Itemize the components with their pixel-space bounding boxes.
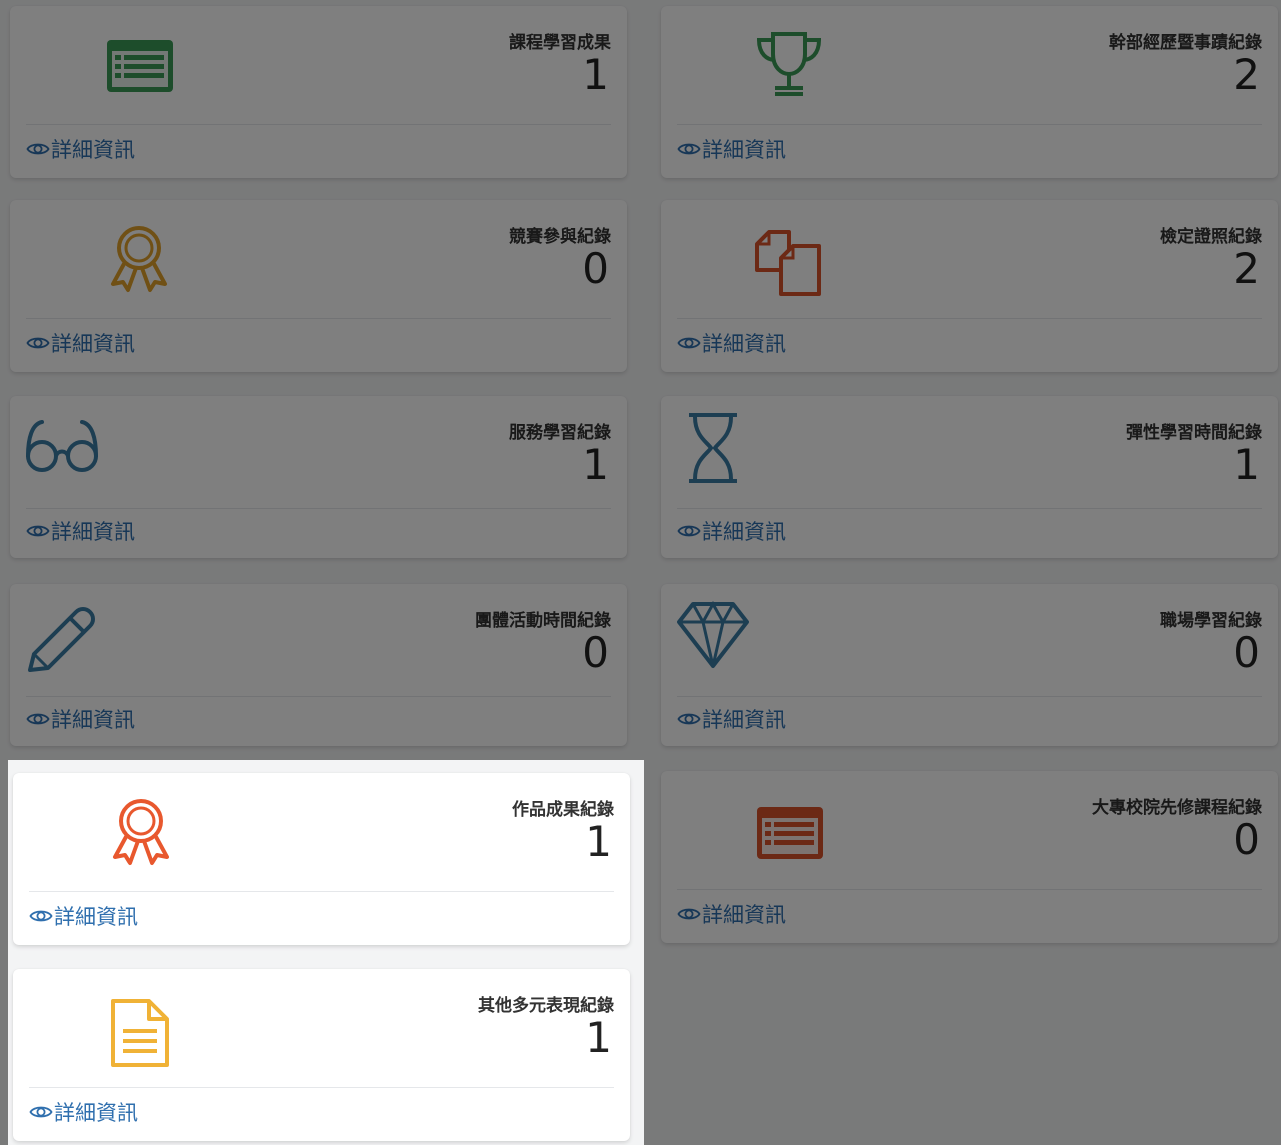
card-flexible: 彈性學習時間紀錄 1 詳細資訊 — [661, 396, 1278, 558]
eye-icon — [26, 525, 50, 537]
glasses-icon — [26, 420, 98, 472]
detail-link[interactable]: 詳細資訊 — [677, 516, 786, 546]
detail-label: 詳細資訊 — [51, 332, 135, 356]
card-workplace: 職場學習紀錄 0 詳細資訊 — [661, 584, 1278, 746]
card-divider — [677, 124, 1262, 125]
eye-icon — [677, 525, 701, 537]
card-count: 0 — [582, 244, 609, 293]
card-count: 0 — [1233, 628, 1260, 677]
card-divider — [677, 889, 1262, 890]
card-group: 團體活動時間紀錄 0 詳細資訊 — [10, 584, 627, 746]
detail-link[interactable]: 詳細資訊 — [677, 899, 786, 929]
card-service: 服務學習紀錄 1 詳細資訊 — [10, 396, 627, 558]
detail-link[interactable]: 詳細資訊 — [29, 901, 138, 931]
detail-label: 詳細資訊 — [54, 1101, 138, 1125]
detail-label: 詳細資訊 — [702, 903, 786, 927]
detail-label: 詳細資訊 — [51, 708, 135, 732]
eye-icon — [677, 908, 701, 920]
card-course: 課程學習成果 1 詳細資訊 — [10, 6, 627, 178]
card-divider — [29, 1087, 614, 1088]
detail-label: 詳細資訊 — [702, 138, 786, 162]
card-cadre: 幹部經歷暨事蹟紀錄 2 詳細資訊 — [661, 6, 1278, 178]
card-count: 1 — [582, 440, 609, 489]
card-count: 0 — [582, 628, 609, 677]
detail-link[interactable]: 詳細資訊 — [26, 134, 135, 164]
award-ribbon-icon — [113, 799, 169, 865]
document-icon — [111, 999, 169, 1067]
detail-link[interactable]: 詳細資訊 — [677, 134, 786, 164]
detail-link[interactable]: 詳細資訊 — [677, 704, 786, 734]
award-ribbon-icon — [111, 226, 167, 292]
card-divider — [26, 318, 611, 319]
card-divider — [29, 891, 614, 892]
eye-icon — [26, 713, 50, 725]
card-divider — [26, 696, 611, 697]
card-divider — [677, 318, 1262, 319]
card-divider — [677, 696, 1262, 697]
eye-icon — [29, 910, 53, 922]
hourglass-icon — [689, 413, 737, 483]
detail-link[interactable]: 詳細資訊 — [29, 1097, 138, 1127]
eye-icon — [677, 143, 701, 155]
card-count: 2 — [1233, 50, 1260, 99]
detail-link[interactable]: 詳細資訊 — [26, 516, 135, 546]
detail-label: 詳細資訊 — [51, 520, 135, 544]
card-count: 0 — [1233, 815, 1260, 864]
card-divider — [26, 508, 611, 509]
trophy-icon — [756, 32, 822, 96]
detail-label: 詳細資訊 — [51, 138, 135, 162]
card-count: 1 — [582, 50, 609, 99]
eye-icon — [677, 337, 701, 349]
card-other: 其他多元表現紀錄 1 詳細資訊 — [13, 969, 630, 1141]
detail-label: 詳細資訊 — [702, 332, 786, 356]
card-competition: 競賽參與紀錄 0 詳細資訊 — [10, 200, 627, 372]
card-count: 1 — [1233, 440, 1260, 489]
detail-label: 詳細資訊 — [54, 905, 138, 929]
card-certificate: 檢定證照紀錄 2 詳細資訊 — [661, 200, 1278, 372]
detail-link[interactable]: 詳細資訊 — [26, 328, 135, 358]
eye-icon — [26, 143, 50, 155]
eye-icon — [29, 1106, 53, 1118]
card-divider — [677, 508, 1262, 509]
card-divider — [26, 124, 611, 125]
dim-overlay — [0, 760, 8, 1145]
detail-link[interactable]: 詳細資訊 — [26, 704, 135, 734]
diamond-icon — [677, 600, 749, 668]
eye-icon — [677, 713, 701, 725]
detail-label: 詳細資訊 — [702, 708, 786, 732]
eye-icon — [26, 337, 50, 349]
card-count: 1 — [585, 1013, 612, 1062]
card-college: 大專校院先修課程紀錄 0 詳細資訊 — [661, 771, 1278, 943]
table-list-icon — [757, 807, 823, 859]
card-count: 1 — [585, 817, 612, 866]
table-list-icon — [107, 40, 173, 92]
detail-link[interactable]: 詳細資訊 — [677, 328, 786, 358]
detail-label: 詳細資訊 — [702, 520, 786, 544]
copy-files-icon — [755, 230, 821, 296]
pencil-icon — [28, 607, 95, 672]
card-count: 2 — [1233, 244, 1260, 293]
card-works: 作品成果紀錄 1 詳細資訊 — [13, 773, 630, 945]
